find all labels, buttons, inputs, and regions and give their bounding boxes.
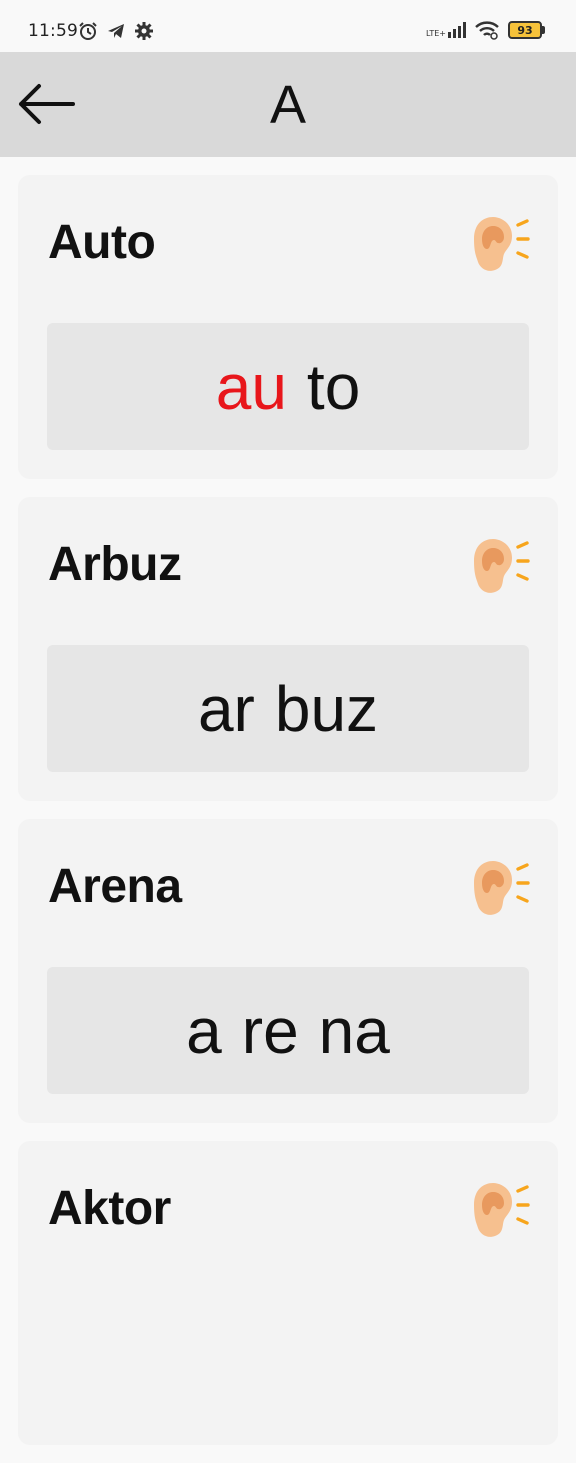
status-bar: 11:59 LTE+ 93 (0, 0, 576, 52)
settings-icon (135, 22, 153, 40)
card-word: Auto (48, 216, 156, 269)
card-word: Arena (48, 860, 182, 913)
alarm-icon (79, 22, 97, 40)
syllable: to (306, 350, 361, 423)
ear-icon (474, 217, 530, 271)
battery-icon: 93 (508, 21, 545, 39)
signal-icon (448, 22, 466, 38)
syllable-box: a re na (47, 967, 529, 1094)
syllable: ar (197, 672, 255, 745)
syllable-box: ar buz (47, 645, 529, 772)
listen-button[interactable] (466, 1179, 532, 1241)
syllable: buz (274, 672, 379, 745)
ear-icon (474, 539, 530, 593)
word-card-aktor[interactable]: Aktor (18, 1141, 558, 1445)
word-card-auto[interactable]: Auto au to (18, 175, 558, 479)
syllable: na (318, 994, 390, 1067)
wifi-icon (475, 21, 499, 40)
word-card-arena[interactable]: Arena a re na (18, 819, 558, 1123)
card-word: Arbuz (48, 538, 182, 591)
listen-button[interactable] (466, 213, 532, 275)
syllable: au (215, 350, 287, 423)
app-bar: A (0, 52, 576, 157)
ear-icon (474, 861, 530, 915)
syllable: a (186, 994, 222, 1067)
network-type: LTE+ (426, 29, 446, 38)
ear-icon (474, 1183, 530, 1237)
page-title: A (269, 75, 307, 135)
telegram-icon (108, 24, 124, 38)
word-list: Auto au to Arbuz ar buz Arena a re na Ak… (18, 175, 558, 1463)
card-word: Aktor (48, 1182, 171, 1235)
listen-button[interactable] (466, 535, 532, 597)
listen-button[interactable] (466, 857, 532, 919)
syllable: re (241, 994, 299, 1067)
syllable-box: au to (47, 323, 529, 450)
status-time: 11:59 (28, 21, 78, 41)
word-card-arbuz[interactable]: Arbuz ar buz (18, 497, 558, 801)
